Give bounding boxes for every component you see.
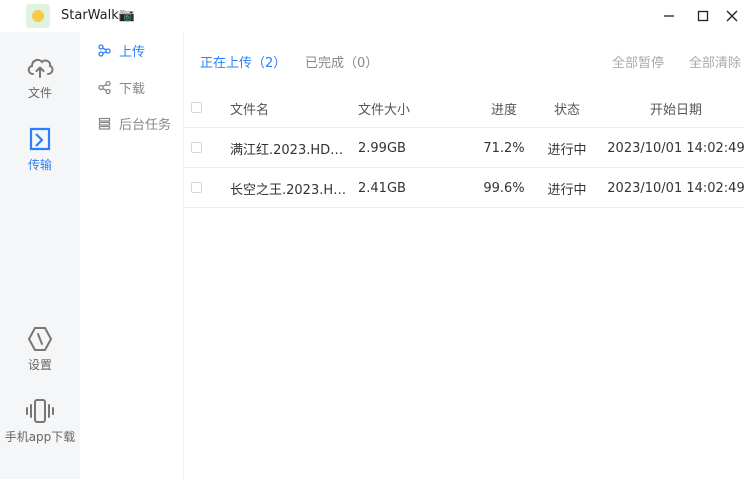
rail-label-files: 文件 (27, 86, 52, 100)
subnav-item-download[interactable]: 下载 (98, 77, 145, 97)
tab-uploading[interactable]: 正在上传（2） (200, 52, 286, 71)
table-header: 文件名 文件大小 进度 状态 开始日期 (184, 88, 744, 128)
settings-icon (28, 327, 52, 351)
minimize-button[interactable] (651, 0, 687, 32)
column-header-date: 开始日期 (649, 102, 702, 118)
rail-item-settings[interactable]: 设置 (0, 326, 80, 373)
table-row[interactable]: 满江红.2023.HD1080P.mp4 2.99GB 71.2% 进行中 20… (184, 128, 745, 168)
file-size: 2.41GB (358, 180, 406, 196)
subnav-label-download: 下载 (119, 81, 146, 97)
close-button[interactable] (714, 0, 750, 32)
file-status: 进行中 (547, 142, 587, 158)
file-start-date: 2023/10/01 14:02:49 (607, 180, 745, 196)
app-logo (26, 4, 50, 28)
maximize-icon (697, 10, 709, 22)
file-name-text: 长空之王.2023.HD1080P.mp4 (230, 182, 348, 198)
main-panel: 正在上传（2） 已完成（0） 全部暂停 全部清除 文件名 文件大小 进度 状态 … (184, 32, 750, 479)
left-rail: 文件 传输 设置 手机app下载 (0, 32, 80, 479)
rail-label-settings: 设置 (27, 358, 52, 372)
column-header-status: 状态 (553, 102, 580, 118)
phone-vibrate-icon (26, 399, 54, 423)
tab-completed[interactable]: 已完成（0） (305, 52, 378, 71)
transfer-icon (29, 127, 51, 151)
column-header-progress: 进度 (490, 102, 517, 118)
table-row[interactable]: 长空之王.2023.HD1080P.mp4 2.41GB 99.6% 进行中 2… (184, 168, 745, 208)
file-size: 2.99GB (358, 140, 406, 156)
title-bar: StarWalk📷 (0, 0, 750, 32)
rail-item-transfer[interactable]: 传输 (0, 126, 80, 173)
file-progress: 99.6% (483, 180, 525, 196)
list-icon (98, 117, 111, 130)
row-checkbox[interactable] (191, 182, 202, 193)
file-start-date: 2023/10/01 14:02:49 (607, 140, 745, 156)
subnav-item-upload[interactable]: 上传 (98, 40, 145, 60)
close-icon (726, 10, 738, 22)
minimize-icon (664, 15, 674, 17)
column-header-name: 文件名 (230, 102, 270, 118)
clear-all-button[interactable]: 全部清除 (689, 52, 741, 71)
rail-item-app-download[interactable]: 手机app下载 (0, 398, 80, 445)
sun-icon (32, 10, 44, 22)
share-nodes-icon (98, 43, 111, 57)
cloud-icon (27, 58, 54, 78)
share-icon (98, 80, 111, 94)
subnav-label-upload: 上传 (119, 44, 146, 60)
file-name-text: 满江红.2023.HD1080P.mp4 (230, 142, 348, 158)
rail-label-transfer: 传输 (27, 158, 52, 172)
select-all-checkbox[interactable] (191, 102, 202, 113)
file-name: 长空之王.2023.HD1080P.mp4 (230, 168, 348, 208)
column-header-size: 文件大小 (358, 102, 411, 118)
file-status: 进行中 (547, 182, 587, 198)
rail-label-app-download: 手机app下载 (4, 430, 76, 444)
file-progress: 71.2% (483, 140, 525, 156)
subnav-item-background-tasks[interactable]: 后台任务 (98, 113, 171, 133)
sub-nav: 上传 下载 后台任务 (80, 32, 184, 479)
app-title: StarWalk📷 (61, 8, 135, 23)
transfer-table: 文件名 文件大小 进度 状态 开始日期 满江红.2023.HD1080P.mp4… (184, 88, 745, 208)
pause-all-button[interactable]: 全部暂停 (612, 52, 664, 71)
file-name: 满江红.2023.HD1080P.mp4 (230, 128, 348, 168)
row-checkbox[interactable] (191, 142, 202, 153)
subnav-label-background-tasks: 后台任务 (119, 117, 172, 133)
rail-item-files[interactable]: 文件 (0, 54, 80, 101)
